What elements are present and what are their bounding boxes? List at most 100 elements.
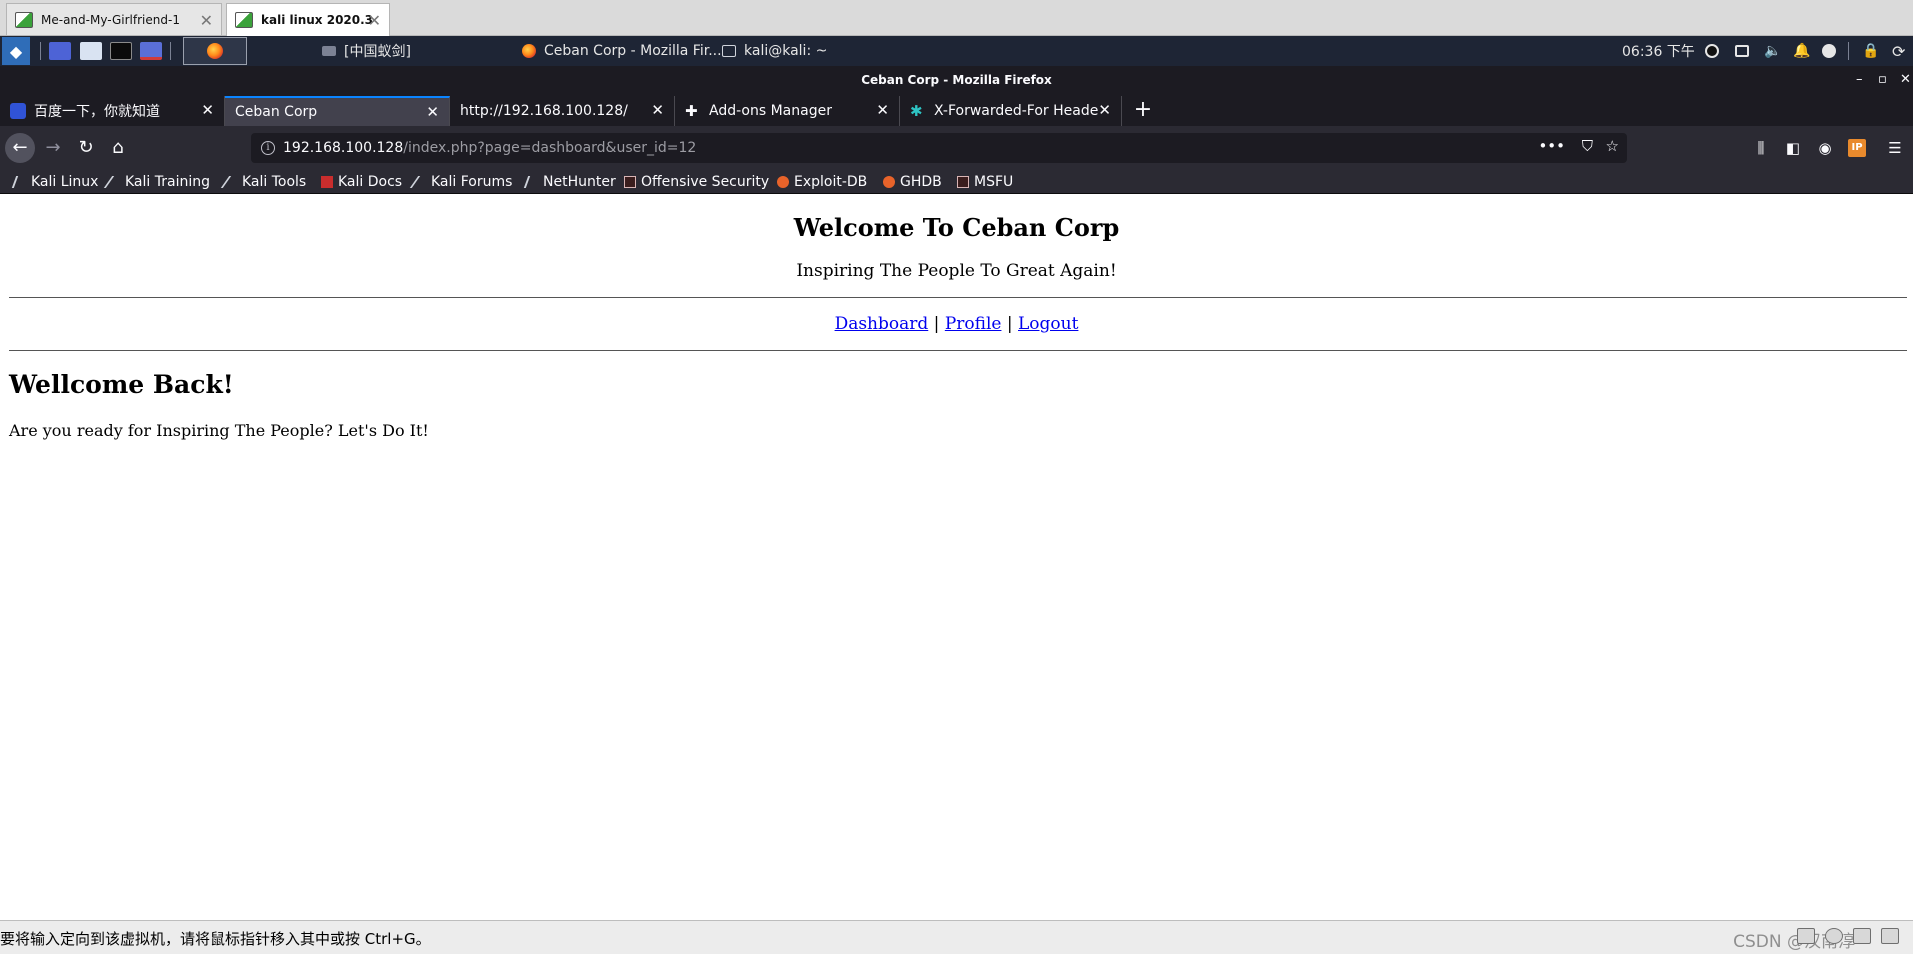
terminal-launcher[interactable] (110, 36, 132, 66)
tray-volume-icon[interactable]: 🔈 (1764, 36, 1781, 66)
firefox-icon (522, 44, 536, 58)
close-tab-icon[interactable]: ✕ (201, 101, 214, 119)
task-antsword[interactable]: [中国蚁剑] (322, 36, 411, 66)
usb-icon[interactable] (1881, 928, 1899, 944)
kali-dragon-icon (220, 176, 242, 188)
tab-ceban-corp[interactable]: Ceban Corp ✕ (225, 96, 450, 126)
sidebar-icon[interactable]: ◧ (1784, 139, 1802, 157)
vm-tab-kali-linux[interactable]: kali linux 2020.3 ✕ (226, 3, 390, 36)
offsec-icon (624, 176, 636, 188)
tab-addons-manager[interactable]: ✚ Add-ons Manager ✕ (675, 96, 900, 126)
file-manager-launcher[interactable] (80, 36, 102, 66)
tray-notification-icon[interactable]: 🔔 (1793, 36, 1810, 66)
ghdb-icon (883, 176, 895, 188)
hamburger-menu-icon[interactable]: ☰ (1886, 139, 1904, 157)
ip-extension-icon[interactable]: IP (1848, 139, 1866, 157)
close-icon[interactable]: ✕ (200, 11, 213, 30)
tab-x-forwarded-for[interactable]: ✱ X-Forwarded-For Heade ✕ (900, 96, 1122, 126)
close-tab-icon[interactable]: ✕ (426, 103, 439, 121)
minimize-icon[interactable]: – (1856, 66, 1863, 94)
xff-extension-icon: ✱ (910, 102, 923, 120)
kali-dragon-icon: ◆ (9, 41, 23, 61)
close-tab-icon[interactable]: ✕ (651, 101, 664, 119)
forward-button[interactable]: → (38, 133, 68, 163)
bookmark-kali-docs[interactable]: Kali Docs (321, 172, 402, 192)
bookmark-msfu[interactable]: MSFU (957, 172, 1013, 192)
bookmark-label: Offensive Security (641, 174, 770, 190)
bookmark-kali-training[interactable]: Kali Training (103, 172, 210, 192)
close-icon[interactable]: ✕ (368, 11, 381, 30)
tray-display-icon[interactable] (1735, 36, 1749, 66)
firefox-launcher[interactable] (183, 37, 247, 65)
plus-icon: + (1133, 97, 1153, 122)
close-window-icon[interactable]: ✕ (1900, 66, 1911, 94)
tray-update-icon[interactable] (1822, 36, 1836, 66)
reload-button[interactable]: ↻ (71, 133, 101, 163)
tab-ip-address[interactable]: http://192.168.100.128/ ✕ (450, 96, 675, 126)
bookmark-label: Kali Tools (242, 174, 307, 190)
new-tab-button[interactable]: + (1132, 96, 1154, 126)
panel-separator (1848, 42, 1849, 60)
bookmark-exploit-db[interactable]: Exploit-DB (777, 172, 867, 192)
bookmark-label: Kali Training (125, 174, 210, 190)
baidu-paw-icon (10, 103, 26, 119)
task-terminal[interactable]: kali@kali: ~ (722, 36, 827, 66)
url-path: /index.php?page=dashboard&user_id=12 (403, 140, 697, 156)
close-tab-icon[interactable]: ✕ (1098, 101, 1111, 119)
screen-recorder-launcher[interactable] (140, 36, 162, 66)
tray-power-icon[interactable]: ⟳ (1892, 36, 1905, 66)
close-tab-icon[interactable]: ✕ (876, 101, 889, 119)
show-desktop-launcher[interactable] (49, 36, 71, 66)
kali-docs-icon (321, 176, 333, 188)
firefox-nav-toolbar: ← → ↻ ⌂ i 192.168.100.128/index.php?page… (0, 126, 1913, 170)
status-message: 要将输入定向到该虚拟机，请将鼠标指针移入其中或按 Ctrl+G。 (0, 930, 431, 948)
page-tagline: Inspiring The People To Great Again! (796, 261, 1117, 281)
kali-top-panel: ◆ [中国蚁剑] Ceban Corp - Mozilla Fir... kal… (0, 36, 1913, 66)
arrow-right-icon: → (45, 137, 61, 158)
bookmarks-toolbar: Kali Linux Kali Training Kali Tools Kali… (0, 170, 1913, 194)
arrow-left-icon: ← (12, 137, 28, 158)
url-bar[interactable]: i 192.168.100.128/index.php?page=dashboa… (251, 133, 1627, 163)
kali-dragon-icon (103, 176, 125, 188)
nav-link-dashboard[interactable]: Dashboard (835, 314, 929, 334)
bookmark-ghdb[interactable]: GHDB (883, 172, 942, 192)
site-info-icon[interactable]: i (261, 141, 275, 155)
bookmark-label: Exploit-DB (794, 174, 868, 190)
cd-rom-icon[interactable] (1825, 928, 1843, 944)
bookmark-kali-forums[interactable]: Kali Forums (409, 172, 512, 192)
bookmark-offensive-security[interactable]: Offensive Security (624, 172, 769, 192)
page-actions-icon[interactable]: ••• (1538, 137, 1565, 155)
library-icon[interactable]: ⫼ (1752, 139, 1770, 157)
account-icon[interactable]: ◉ (1816, 139, 1834, 157)
maximize-icon[interactable]: ▫ (1878, 66, 1887, 94)
back-button[interactable]: ← (5, 133, 35, 163)
clock-text: 06:36 下午 (1622, 44, 1695, 60)
exploit-db-icon (777, 176, 789, 188)
hard-disk-icon[interactable] (1797, 928, 1815, 944)
firefox-icon (207, 43, 223, 59)
bookmark-kali-tools[interactable]: Kali Tools (220, 172, 307, 192)
tray-lock-icon[interactable]: 🔒 (1862, 36, 1879, 66)
bookmark-kali-linux[interactable]: Kali Linux (11, 172, 98, 192)
vm-tab-me-and-my-girlfriend[interactable]: Me-and-My-Girlfriend-1 ✕ (6, 3, 222, 35)
panel-clock[interactable]: 06:36 下午 (1622, 36, 1695, 66)
reload-icon: ↻ (78, 137, 94, 158)
welcome-heading: Wellcome Back! (9, 370, 234, 399)
pocket-icon[interactable]: ⛉ (1582, 137, 1593, 155)
bookmark-star-icon[interactable]: ☆ (1606, 137, 1619, 155)
bookmark-label: Kali Docs (338, 174, 403, 190)
task-firefox[interactable]: Ceban Corp - Mozilla Fir... (522, 36, 722, 66)
nav-link-logout[interactable]: Logout (1018, 314, 1078, 334)
network-adapter-icon[interactable] (1853, 928, 1871, 944)
divider (9, 350, 1907, 351)
puzzle-piece-icon: ✚ (685, 102, 698, 120)
bookmark-nethunter[interactable]: NetHunter (523, 172, 616, 192)
tab-baidu[interactable]: 百度一下，你就知道 ✕ (0, 96, 225, 126)
nav-link-profile[interactable]: Profile (945, 314, 1002, 334)
folder-icon (80, 42, 102, 60)
url-host: 192.168.100.128 (283, 140, 404, 156)
tab-label: X-Forwarded-For Heade (934, 103, 1099, 119)
tray-user-icon[interactable] (1705, 36, 1719, 66)
home-button[interactable]: ⌂ (103, 133, 133, 163)
kali-menu-button[interactable]: ◆ (2, 37, 30, 65)
